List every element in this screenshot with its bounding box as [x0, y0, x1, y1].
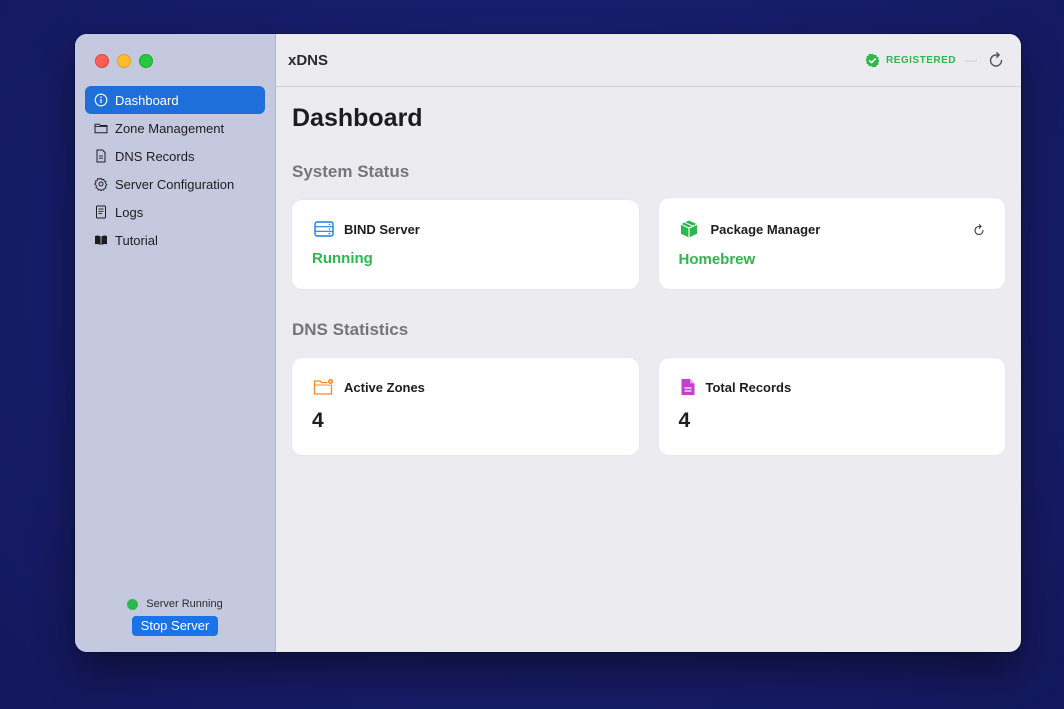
package-manager-card: Package Manager Homebrew — [658, 198, 1005, 289]
active-zones-count: 4 — [312, 409, 324, 432]
total-records-card: Total Records 4 — [658, 358, 1005, 455]
stop-server-button[interactable]: Stop Server — [131, 616, 219, 636]
toolbar-actions: REGISTERED — — [865, 51, 1005, 69]
server-status: Server Running — [75, 598, 275, 610]
sidebar-item-zone-management[interactable]: Zone Management — [85, 114, 265, 142]
system-status-cards: BIND Server Running Package Manager Home… — [292, 198, 1005, 289]
sidebar: Dashboard Zone Management DNS Records Se… — [75, 34, 276, 652]
package-icon — [680, 220, 702, 238]
folder-icon — [94, 121, 108, 135]
sidebar-item-label: Server Configuration — [115, 176, 235, 192]
minimize-window-button[interactable] — [117, 54, 131, 68]
dashboard-content: Dashboard System Status BIND Server Runn… — [276, 104, 1021, 455]
status-dot-icon — [127, 598, 139, 610]
card-header: Total Records — [680, 378, 792, 396]
sidebar-item-server-configuration[interactable]: Server Configuration — [85, 170, 265, 198]
info-circle-icon — [94, 93, 108, 107]
window-controls — [95, 54, 153, 68]
system-status-heading: System Status — [292, 162, 410, 181]
dns-statistics-cards: Active Zones 4 Total Records 4 — [292, 358, 1005, 455]
card-header: BIND Server — [313, 220, 420, 238]
sidebar-item-dashboard[interactable]: Dashboard — [85, 86, 265, 114]
sidebar-item-dns-records[interactable]: DNS Records — [85, 142, 265, 170]
package-manager-value: Homebrew — [678, 251, 756, 268]
desktop-background: Dashboard Zone Management DNS Records Se… — [0, 0, 1064, 709]
sidebar-item-label: Tutorial — [115, 232, 158, 248]
total-records-count: 4 — [678, 409, 691, 432]
card-header: Active Zones — [313, 378, 425, 396]
server-status-text: Server Running — [146, 598, 223, 610]
page-title: Dashboard — [292, 104, 423, 132]
refresh-icon[interactable] — [987, 51, 1005, 69]
toolbar-separator: — — [965, 53, 977, 67]
list-document-icon — [94, 205, 108, 219]
sidebar-item-label: Zone Management — [115, 120, 225, 136]
card-label: Package Manager — [710, 221, 821, 237]
document-icon — [94, 149, 108, 163]
refresh-package-icon[interactable] — [973, 223, 985, 236]
card-label: BIND Server — [344, 221, 420, 237]
registration-status-text: REGISTERED — [885, 54, 956, 66]
main-area: xDNS REGISTERED — Dashboard System Statu… — [276, 34, 1021, 652]
verified-shield-icon — [865, 53, 880, 67]
close-window-button[interactable] — [95, 54, 109, 68]
sidebar-item-tutorial[interactable]: Tutorial — [85, 226, 265, 254]
active-zones-card: Active Zones 4 — [292, 358, 639, 455]
sidebar-nav: Dashboard Zone Management DNS Records Se… — [85, 86, 265, 254]
app-title: xDNS — [288, 51, 329, 69]
book-icon — [94, 233, 108, 247]
sidebar-item-label: Dashboard — [115, 92, 179, 108]
server-status-footer: Server Running Stop Server — [75, 598, 275, 636]
gear-icon — [94, 177, 108, 191]
server-icon — [313, 220, 335, 238]
sidebar-item-label: DNS Records — [115, 148, 195, 164]
card-label: Active Zones — [344, 379, 425, 395]
dns-statistics-heading: DNS Statistics — [292, 320, 409, 339]
app-window: Dashboard Zone Management DNS Records Se… — [75, 34, 1021, 652]
maximize-window-button[interactable] — [139, 54, 153, 68]
sidebar-item-logs[interactable]: Logs — [85, 198, 265, 226]
folder-gear-icon — [313, 378, 335, 396]
toolbar: xDNS REGISTERED — — [276, 34, 1021, 87]
card-header: Package Manager — [680, 220, 821, 238]
card-label: Total Records — [705, 379, 792, 395]
bind-server-status: Running — [312, 250, 373, 267]
registration-badge: REGISTERED — [865, 53, 956, 68]
document-fill-icon — [680, 378, 697, 396]
bind-server-card: BIND Server Running — [292, 200, 639, 289]
sidebar-item-label: Logs — [115, 204, 144, 220]
